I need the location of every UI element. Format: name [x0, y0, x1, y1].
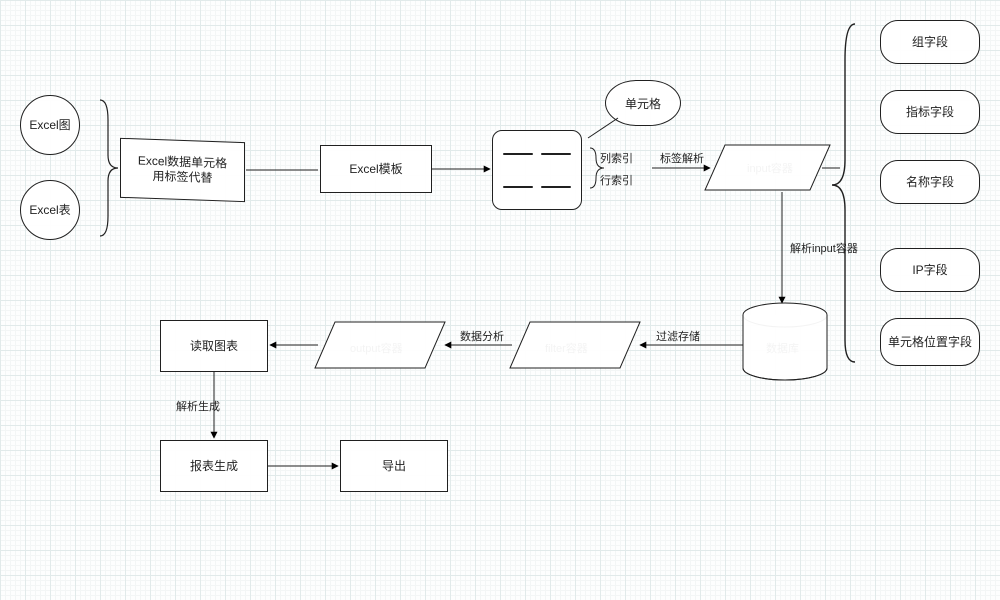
node-excel-template: Excel模板	[320, 145, 432, 193]
edge-label-parse-input: 解析input容器	[790, 240, 858, 256]
template-cell-icon	[503, 186, 533, 188]
callout-tail-icon	[588, 118, 618, 138]
node-excel-image: Excel图	[20, 95, 80, 155]
template-cell-icon	[503, 153, 533, 155]
node-export: 导出	[340, 440, 448, 492]
callout-cell: 单元格	[605, 80, 681, 126]
edge-label-parse-generate: 解析生成	[176, 398, 220, 414]
field-name: 名称字段	[880, 160, 980, 204]
diagram-svg-overlay	[0, 0, 1000, 600]
brace-left-icon	[100, 100, 118, 236]
brace-right-icon	[832, 24, 855, 362]
edge-label-filter-store: 过滤存储	[656, 328, 700, 344]
node-excel-table: Excel表	[20, 180, 80, 240]
diagram-canvas: Excel图 Excel表 Excel数据单元格 用标签代替 Excel模板 单…	[0, 0, 1000, 600]
node-data-cell-tag: Excel数据单元格 用标签代替	[120, 138, 245, 202]
node-database-text: 数据库	[766, 340, 799, 356]
edge-label-data-analysis: 数据分析	[460, 328, 504, 344]
field-cellpos: 单元格位置字段	[880, 318, 980, 366]
edge-label-col-index: 列索引	[600, 150, 633, 166]
template-cell-icon	[541, 186, 571, 188]
field-ip: IP字段	[880, 248, 980, 292]
template-cell-icon	[541, 153, 571, 155]
node-output-container-text: output容器	[350, 340, 403, 356]
node-read-chart: 读取图表	[160, 320, 268, 372]
node-input-container-text: input容器	[747, 160, 793, 176]
node-filter-container-text: filter容器	[545, 340, 588, 356]
edge-label-row-index: 行索引	[600, 172, 633, 188]
field-group: 组字段	[880, 20, 980, 64]
edge-label-tag-parse: 标签解析	[660, 150, 704, 166]
node-report-gen: 报表生成	[160, 440, 268, 492]
node-template-grid	[492, 130, 582, 210]
field-metric: 指标字段	[880, 90, 980, 134]
